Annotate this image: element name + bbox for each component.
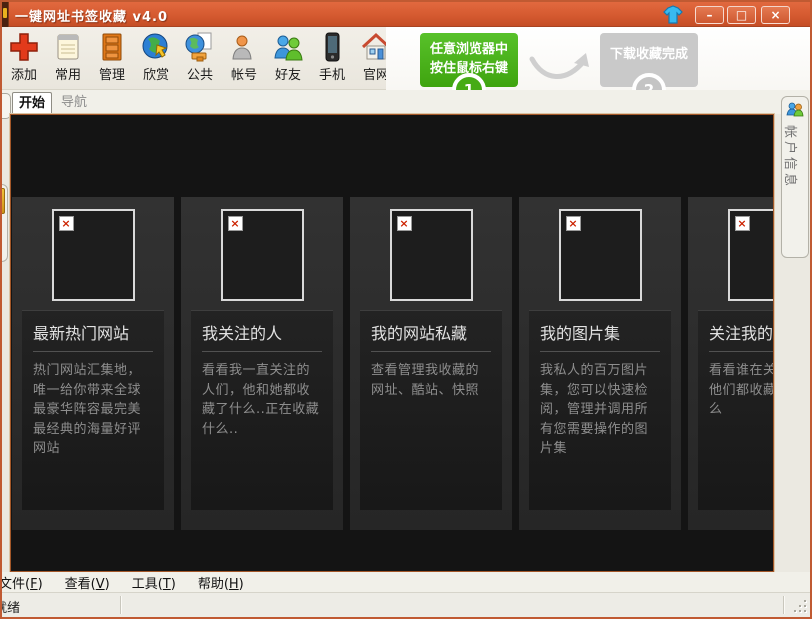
toolbar-item-common[interactable]: 常用 — [46, 31, 90, 83]
card-title: 最新热门网站 — [33, 324, 130, 343]
card-description: 热门网站汇集地，唯一给你带来全球最豪华阵容最完美最经典的海量好评网站 — [33, 363, 142, 456]
card-my-followers[interactable]: × 关注我的人 看看谁在关注我，他们都收藏了些什么 — [688, 197, 774, 530]
step1-line1: 任意浏览器中 — [429, 42, 508, 57]
card-hot-sites[interactable]: × 最新热门网站 热门网站汇集地，唯一给你带来全球最豪华阵容最完美最经典的海量好… — [12, 197, 174, 530]
toolbar-label: 欣赏 — [142, 68, 169, 83]
card-text-panel: 关注我的人 看看谁在关注我，他们都收藏了些什么 — [698, 310, 774, 510]
toolbar-item-add[interactable]: 添加 — [2, 31, 46, 83]
tab-strip: 开始 导航 — [2, 90, 810, 119]
status-ready-text: 就绪 — [2, 601, 21, 616]
toolbar-item-friends[interactable]: 好友 — [266, 31, 310, 83]
card-text-panel: 我的图片集 我私人的百万图片集，您可以快速检阅，管理并调用所有您需要操作的图片集 — [529, 310, 671, 510]
users-icon — [786, 102, 804, 117]
card-divider — [202, 351, 322, 352]
menu-help[interactable]: 帮助(H) — [198, 573, 244, 592]
window-title: 一键网址书签收藏 v4.0 — [15, 10, 169, 25]
status-separator — [120, 596, 121, 614]
globe-cursor-icon — [142, 33, 168, 59]
toolbar-label: 手机 — [318, 68, 345, 83]
account-info-label: 帐户信息 — [782, 125, 797, 190]
toolbar: 添加 常用 管理 欣赏 公共 帐号 好友 手机 官网 任意浏览器中 按住鼠标右键… — [2, 27, 810, 90]
friends-icon — [274, 35, 303, 61]
card-description: 查看管理我收藏的网址、酷站、快照 — [371, 363, 480, 398]
menu-tools[interactable]: 工具(T) — [132, 573, 176, 592]
maximize-button[interactable]: □ — [727, 6, 756, 24]
toolbar-label: 帐号 — [230, 68, 257, 83]
close-button[interactable]: × — [761, 6, 790, 24]
user-icon — [232, 35, 252, 60]
tab-start[interactable]: 开始 — [12, 92, 52, 114]
skin-icon[interactable] — [662, 5, 684, 25]
card-people-i-follow[interactable]: × 我关注的人 看看我一直关注的人们，他和她都收藏了什么..正在收藏什么.. — [181, 197, 343, 530]
card-text-panel: 我关注的人 看看我一直关注的人们，他和她都收藏了什么..正在收藏什么.. — [191, 310, 333, 510]
toolbar-label: 公共 — [186, 68, 213, 83]
toolbar-label: 添加 — [10, 68, 37, 83]
card-thumbnail: × — [558, 209, 642, 301]
app-icon — [2, 2, 9, 27]
card-title: 我的网站私藏 — [371, 324, 468, 343]
card-text-panel: 最新热门网站 热门网站汇集地，唯一给你带来全球最豪华阵容最完美最经典的海量好评网… — [22, 310, 164, 510]
card-my-private-sites[interactable]: × 我的网站私藏 查看管理我收藏的网址、酷站、快照 — [350, 197, 512, 530]
title-bar: 一键网址书签收藏 v4.0 – □ × — [2, 2, 810, 27]
start-page: × 最新热门网站 热门网站汇集地，唯一给你带来全球最豪华阵容最完美最经典的海量好… — [9, 113, 775, 573]
tab-navigation[interactable]: 导航 — [54, 92, 94, 114]
add-icon — [10, 33, 38, 61]
broken-image-icon: × — [227, 216, 243, 231]
menu-bar: 文件(F) 查看(V) 工具(T) 帮助(H) — [2, 572, 810, 592]
card-thumbnail: × — [220, 209, 304, 301]
card-description: 看看谁在关注我，他们都收藏了些什么 — [709, 363, 773, 417]
star-icon — [2, 188, 5, 214]
toolbar-item-browse[interactable]: 欣赏 — [134, 31, 178, 83]
step2-label: 下载收藏完成 — [609, 47, 688, 62]
account-info-tab[interactable]: 帐户信息 — [781, 96, 809, 258]
cabinet-icon — [102, 33, 122, 61]
card-description: 看看我一直关注的人们，他和她都收藏了什么..正在收藏什么.. — [202, 363, 320, 437]
toolbar-item-account[interactable]: 帐号 — [222, 31, 266, 83]
toolbar-item-public[interactable]: 公共 — [178, 31, 222, 83]
resize-grip-icon[interactable] — [794, 600, 806, 612]
menu-file[interactable]: 文件(F) — [2, 573, 43, 592]
card-thumbnail: × — [51, 209, 135, 301]
menu-view[interactable]: 查看(V) — [65, 573, 110, 592]
card-grid: × 最新热门网站 热门网站汇集地，唯一给你带来全球最豪华阵容最完美最经典的海量好… — [12, 197, 774, 530]
card-divider — [709, 351, 773, 352]
broken-image-icon: × — [58, 216, 74, 231]
card-divider — [371, 351, 491, 352]
broken-image-icon: × — [734, 216, 750, 231]
card-thumbnail: × — [389, 209, 473, 301]
collapsed-favorites-tab[interactable] — [2, 184, 8, 262]
broken-image-icon: × — [565, 216, 581, 231]
minimize-button[interactable]: – — [695, 6, 724, 24]
arrow-right-icon — [529, 53, 589, 79]
card-title: 我关注的人 — [202, 324, 283, 343]
toolbar-item-manage[interactable]: 管理 — [90, 31, 134, 83]
toolbar-label: 常用 — [54, 68, 81, 83]
card-title: 我的图片集 — [540, 324, 621, 343]
card-thumbnail: × — [727, 209, 773, 301]
globe-doc-icon — [185, 32, 212, 62]
promo-steps: 任意浏览器中 按住鼠标右键 1 下载收藏完成 2 — [386, 27, 810, 90]
card-title: 关注我的人 — [709, 324, 774, 343]
status-bar: 就绪 — [2, 592, 810, 617]
card-divider — [33, 351, 153, 352]
card-my-photo-collection[interactable]: × 我的图片集 我私人的百万图片集，您可以快速检阅，管理并调用所有您需要操作的图… — [519, 197, 681, 530]
card-description: 我私人的百万图片集，您可以快速检阅，管理并调用所有您需要操作的图片集 — [540, 363, 649, 456]
toolbar-label: 好友 — [274, 68, 301, 83]
notepad-icon — [57, 34, 79, 60]
card-text-panel: 我的网站私藏 查看管理我收藏的网址、酷站、快照 — [360, 310, 502, 510]
toolbar-label: 管理 — [98, 68, 125, 83]
toolbar-item-mobile[interactable]: 手机 — [310, 31, 354, 83]
card-divider — [540, 351, 660, 352]
broken-image-icon: × — [396, 216, 412, 231]
phone-icon — [325, 32, 340, 62]
status-separator — [783, 596, 784, 614]
app-window: 一键网址书签收藏 v4.0 – □ × 添加 常用 管理 欣赏 公共 帐号 好友… — [0, 0, 812, 619]
